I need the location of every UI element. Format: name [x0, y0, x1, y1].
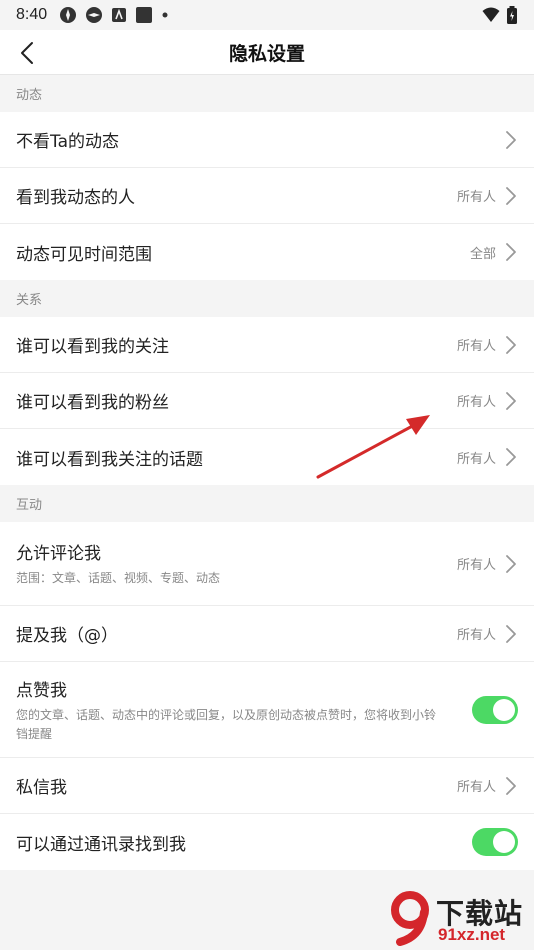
relations-group: 谁可以看到我的关注 所有人 谁可以看到我的粉丝 所有人 谁可以看到我关注的话题 …: [0, 317, 534, 485]
row-label: 允许评论我: [16, 544, 101, 564]
interaction-group: 允许评论我 范围：文章、话题、视频、专题、动态 所有人 提及我（@） 所有人 点…: [0, 522, 534, 870]
status-time: 8:40: [16, 6, 48, 23]
app-notification-icon: [60, 7, 77, 23]
back-button[interactable]: [14, 38, 40, 68]
status-notification-icons: [59, 6, 169, 24]
row-label: 私信我: [16, 778, 67, 798]
row-hide-their-dynamics[interactable]: 不看Ta的动态: [0, 112, 534, 168]
row-label: 谁可以看到我的关注: [16, 337, 169, 357]
row-value: 全部: [469, 246, 496, 262]
row-allow-comment[interactable]: 允许评论我 范围：文章、话题、视频、专题、动态 所有人: [0, 522, 534, 606]
page-title: 隐私设置: [228, 42, 305, 65]
row-label: 点赞我: [16, 680, 67, 701]
more-notifications-icon: [162, 12, 168, 18]
row-value: 所有人: [456, 558, 496, 573]
chevron-right-icon: [506, 391, 516, 410]
battery-icon: [507, 6, 517, 24]
chevron-right-icon: [506, 776, 516, 795]
row-value: 所有人: [456, 628, 496, 643]
dynamics-group: 不看Ta的动态 看到我动态的人 所有人 动态可见时间范围 全部: [0, 112, 534, 280]
row-label: 看到我动态的人: [16, 188, 135, 208]
row-value: 所有人: [456, 780, 496, 795]
chevron-right-icon: [506, 335, 516, 354]
row-value: 所有人: [456, 395, 496, 410]
row-who-sees-my-followed-topics[interactable]: 谁可以看到我关注的话题 所有人: [0, 429, 534, 485]
toggle-knob: [493, 831, 515, 853]
app-notification-icon: [112, 8, 127, 22]
row-value: 所有人: [456, 190, 496, 205]
row-label: 提及我（@）: [16, 626, 118, 646]
watermark-url: 91xz.net: [438, 925, 506, 944]
row-description: 您的文章、话题、动态中的评论或回复，以及原创动态被点赞时，您将收到小铃铛提醒: [16, 707, 437, 741]
row-dynamics-visible-time-range[interactable]: 动态可见时间范围 全部: [0, 224, 534, 280]
chevron-right-icon: [506, 130, 516, 149]
row-value: 所有人: [456, 451, 496, 467]
row-label: 可以通过通讯录找到我: [16, 834, 186, 855]
app-notification-icon: [86, 7, 103, 23]
watermark-9-icon: [391, 891, 429, 946]
section-header-dynamics: 动态: [0, 75, 534, 112]
chevron-right-icon: [506, 554, 516, 573]
chevron-right-icon: [506, 448, 516, 466]
toggle-knob: [493, 698, 515, 721]
row-label: 谁可以看到我的粉丝: [16, 393, 169, 413]
section-header-interaction: 互动: [0, 485, 534, 522]
chevron-right-icon: [506, 624, 516, 643]
row-who-sees-my-dynamics[interactable]: 看到我动态的人 所有人: [0, 168, 534, 224]
chevron-right-icon: [506, 243, 516, 261]
row-private-message[interactable]: 私信我 所有人: [0, 758, 534, 814]
row-mention-me[interactable]: 提及我（@） 所有人: [0, 606, 534, 662]
status-bar: 8:40: [0, 0, 534, 30]
wifi-icon: [482, 7, 500, 22]
like-toggle[interactable]: [472, 695, 518, 724]
row-like-me: 点赞我 您的文章、话题、动态中的评论或回复，以及原创动态被点赞时，您将收到小铃铛…: [0, 662, 534, 758]
row-find-me-via-contacts: 可以通过通讯录找到我: [0, 814, 534, 870]
contacts-toggle[interactable]: [472, 828, 518, 856]
watermark-logo: 下载站 91xz.net: [388, 890, 534, 950]
row-label: 谁可以看到我关注的话题: [16, 449, 203, 470]
navigation-bar: 隐私设置: [0, 30, 534, 75]
section-header-relations: 关系: [0, 280, 534, 317]
chevron-right-icon: [506, 186, 516, 205]
app-notification-icon: [136, 7, 153, 23]
row-label: 不看Ta的动态: [16, 132, 119, 152]
row-label: 动态可见时间范围: [16, 244, 152, 265]
row-description: 范围：文章、话题、视频、专题、动态: [16, 571, 221, 585]
row-value: 所有人: [456, 339, 496, 354]
back-arrow-icon: [21, 42, 33, 64]
row-who-sees-my-following[interactable]: 谁可以看到我的关注 所有人: [0, 317, 534, 373]
row-who-sees-my-fans[interactable]: 谁可以看到我的粉丝 所有人: [0, 373, 534, 429]
